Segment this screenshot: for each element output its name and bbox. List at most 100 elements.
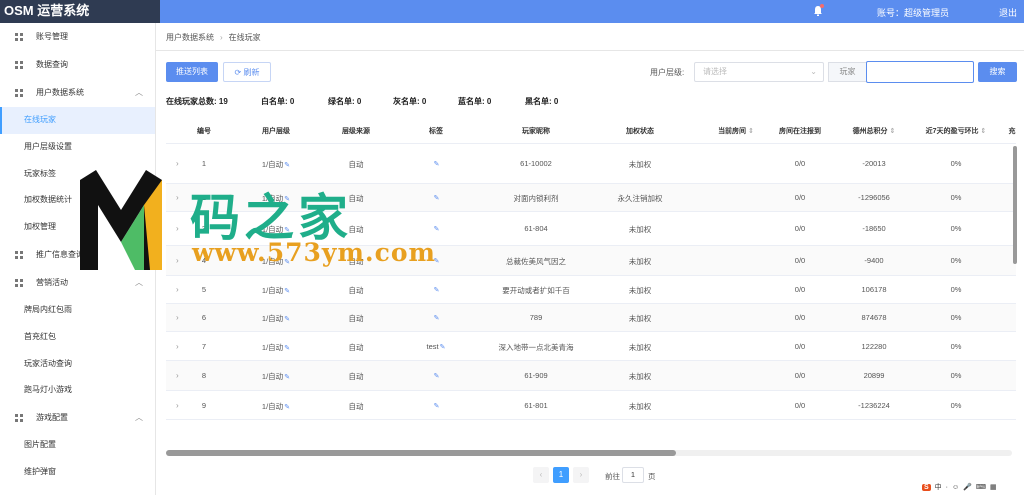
refresh-button[interactable]: ⟳ 刷新 [223, 62, 271, 82]
scrollbar-thumb[interactable] [166, 450, 676, 456]
table-row[interactable]: › 9 1/自动✎ 自动 ✎ 61-801 未加权 0/0 -1236224 0% [166, 391, 1016, 420]
whitelist-count: 白名单: 0 [261, 97, 295, 106]
edit-icon[interactable]: ✎ [284, 162, 290, 169]
edit-icon[interactable]: ✎ [434, 226, 440, 233]
sidebar-item-red-packet-rain[interactable]: 牌局内红包雨 [0, 297, 155, 324]
menu-data-query[interactable]: 数据查询 [0, 51, 155, 79]
chevron-right-icon[interactable]: › [176, 159, 179, 168]
edit-icon[interactable]: ✎ [434, 373, 440, 380]
cell-room-report: 0/0 [795, 313, 805, 322]
page-button-current[interactable]: 1 [553, 467, 569, 483]
cell-value: 未加权 [628, 225, 652, 234]
sidebar-item-user-level-settings[interactable]: 用户层级设置 [0, 134, 155, 161]
sort-icon[interactable]: ⇕ [981, 128, 987, 135]
table-row[interactable]: › 8 1/自动✎ 自动 ✎ 61-909 未加权 0/0 20899 0% [166, 361, 1016, 391]
menu-game-config[interactable]: 游戏配置 ︿ [0, 404, 155, 432]
account-label: 账号：超级管理员 [877, 8, 950, 18]
ime-toolbar[interactable]: S 中 · ☺ 🎤 ⌨ ▦ [922, 482, 1022, 495]
chevron-right-icon[interactable]: › [176, 371, 179, 380]
table-row[interactable]: › 6 1/自动✎ 自动 ✎ 789 未加权 0/0 874678 0% [166, 304, 1016, 332]
cell-texas-score: -9400 [864, 256, 883, 265]
cell-value: 未加权 [628, 160, 652, 169]
vertical-scrollbar[interactable] [1013, 146, 1017, 264]
cell-value: 未加权 [628, 257, 652, 266]
player-search-input[interactable] [866, 61, 974, 83]
cell-value: 8 [201, 371, 207, 380]
sidebar-item-online-players[interactable]: 在线玩家 [0, 107, 155, 134]
cell-texas-score: -1296056 [858, 193, 890, 202]
edit-icon[interactable]: ✎ [434, 287, 440, 294]
cell-tag: ✎ [433, 285, 440, 294]
blacklist-count: 黑名单: 0 [525, 97, 559, 106]
edit-icon[interactable]: ✎ [284, 404, 290, 411]
menu-user-data-system[interactable]: 用户数据系统 ︿ [0, 79, 155, 107]
menu-label: 数据查询 [36, 60, 68, 69]
cell-7day-ratio: 0% [951, 342, 962, 351]
chevron-right-icon[interactable]: › [176, 285, 179, 294]
grid-icon [15, 414, 23, 423]
bell-icon[interactable] [813, 4, 824, 17]
grid-icon [15, 278, 23, 287]
edit-icon[interactable]: ✎ [434, 403, 440, 410]
chevron-right-icon[interactable]: › [176, 256, 179, 265]
cell-nickname: 61-801 [524, 401, 547, 410]
sidebar-item-maintenance-popup[interactable]: 维护弹窗 [0, 459, 155, 486]
edit-icon[interactable]: ✎ [434, 161, 440, 168]
chevron-right-icon[interactable]: › [176, 313, 179, 322]
header-col-7day-ratio[interactable]: 近7天的盈亏环比 ⇕ [926, 126, 987, 136]
cell-value: -1236224 [858, 401, 890, 410]
menu-marketing[interactable]: 营销活动 ︿ [0, 269, 155, 297]
header-label: 德州总积分 [852, 128, 888, 135]
edit-icon[interactable]: ✎ [284, 288, 290, 295]
sort-icon[interactable]: ⇕ [748, 128, 754, 135]
sidebar-item-marquee-game[interactable]: 跑马灯小游戏 [0, 377, 155, 404]
refresh-icon: ⟳ [234, 68, 242, 77]
cell-weight-status: 未加权 [629, 224, 652, 235]
cell-value: 未加权 [628, 372, 652, 381]
menu-account-manage[interactable]: 账号管理 [0, 23, 155, 51]
search-button[interactable]: 搜索 [978, 62, 1017, 82]
table-row[interactable]: › 7 1/自动✎ 自动 test✎ 深入地带一点北美青海 未加权 0/0 122280 0% [166, 332, 1016, 361]
edit-icon[interactable]: ✎ [434, 195, 440, 202]
sidebar-item-image-config[interactable]: 图片配置 [0, 432, 155, 459]
chevron-up-icon: ︿ [135, 88, 143, 97]
edit-icon[interactable]: ✎ [284, 345, 290, 352]
watermark-logo [80, 170, 162, 270]
chevron-right-icon[interactable]: › [176, 224, 179, 233]
cell-value: 0/0 [794, 285, 806, 294]
app-logo-title: OSM 运营系统 [0, 0, 160, 23]
sidebar-item-activity-query[interactable]: 玩家活动查询 [0, 351, 155, 378]
cell-value: 0/0 [794, 371, 806, 380]
header-label: 加权状态 [626, 128, 654, 135]
table-row[interactable]: › 5 1/自动✎ 自动 ✎ 要开动或者扩如千百 未加权 0/0 106178 0% [166, 276, 1016, 304]
breadcrumb-item[interactable]: 用户数据系统 [166, 33, 214, 42]
cell-value: 未加权 [628, 314, 652, 323]
sort-icon[interactable]: ⇕ [890, 128, 896, 135]
prev-page-button[interactable]: ‹ [533, 467, 549, 483]
grid-icon [15, 33, 23, 41]
horizontal-scrollbar[interactable] [166, 450, 1012, 456]
logout-link[interactable]: 退出 [999, 6, 1017, 19]
chevron-right-icon[interactable]: › [176, 401, 179, 410]
cell-texas-score: 20899 [864, 371, 885, 380]
cell-value: 0% [950, 342, 962, 351]
sidebar-item-first-charge[interactable]: 首充红包 [0, 324, 155, 351]
header-col-current-room[interactable]: 当前房间 ⇕ [718, 126, 754, 136]
edit-icon[interactable]: ✎ [434, 315, 440, 322]
header-col-id: 编号 [197, 126, 211, 136]
goto-page-input[interactable]: 1 [622, 467, 644, 483]
chevron-right-icon[interactable]: › [176, 342, 179, 351]
chevron-right-icon: › [220, 33, 223, 42]
edit-icon[interactable]: ✎ [284, 374, 290, 381]
user-level-select[interactable]: 请选择 ⌄ [694, 62, 824, 82]
cell-value: 自动 [348, 160, 364, 169]
edit-icon[interactable]: ✎ [284, 316, 290, 323]
cell-room-report: 0/0 [795, 342, 805, 351]
chevron-right-icon[interactable]: › [176, 193, 179, 202]
push-list-button[interactable]: 推送列表 [166, 62, 218, 82]
cell-weight-status: 未加权 [629, 256, 652, 267]
header-label: 充 [1008, 128, 1016, 135]
header-col-texas-score[interactable]: 德州总积分 ⇕ [853, 126, 896, 136]
next-page-button[interactable]: › [573, 467, 589, 483]
edit-icon[interactable]: ✎ [440, 344, 446, 351]
